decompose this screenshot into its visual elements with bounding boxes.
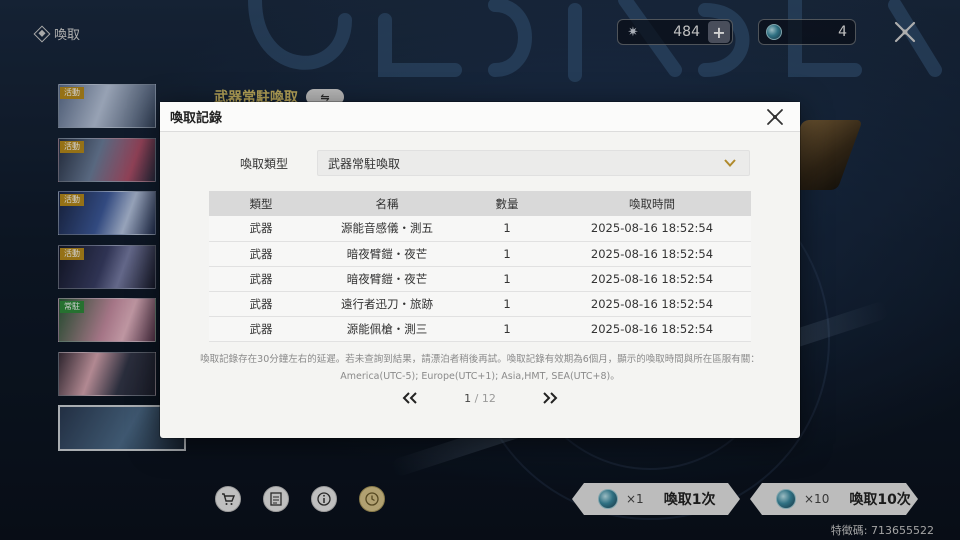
- cell-name: 源能音感儀・測五: [313, 216, 461, 242]
- cell-time: 2025-08-16 18:52:54: [553, 316, 751, 342]
- column-header: 數量: [461, 191, 553, 216]
- table-row: 武器 源能音感儀・測五 1 2025-08-16 18:52:54: [209, 216, 751, 242]
- table-row: 武器 源能佩槍・測三 1 2025-08-16 18:52:54: [209, 316, 751, 342]
- convene-type-select[interactable]: 武器常駐喚取: [317, 150, 750, 176]
- dialog-header: 喚取記錄: [160, 102, 800, 132]
- cell-type: 武器: [209, 216, 313, 242]
- filter-row: 喚取類型 武器常駐喚取: [240, 150, 750, 176]
- filter-label: 喚取類型: [240, 156, 289, 171]
- table-row: 武器 暗夜臂鎧・夜芒 1 2025-08-16 18:52:54: [209, 241, 751, 267]
- table-row: 武器 遠行者迅刀・旅跡 1 2025-08-16 18:52:54: [209, 291, 751, 317]
- delay-notice: 喚取記錄存在30分鐘左右的延遲。若未查詢到結果，請漂泊者稍後再試。喚取記錄有效期…: [190, 351, 770, 385]
- dialog-title: 喚取記錄: [170, 111, 223, 126]
- convene-type-value: 武器常駐喚取: [328, 156, 401, 171]
- cell-time: 2025-08-16 18:52:54: [553, 291, 751, 317]
- page-separator: /: [471, 391, 482, 405]
- previous-page-icon[interactable]: [401, 391, 419, 405]
- cell-count: 1: [461, 216, 553, 242]
- cell-count: 1: [461, 266, 553, 292]
- page-indicator: 1 / 12: [464, 392, 496, 405]
- cell-time: 2025-08-16 18:52:54: [553, 241, 751, 267]
- pagination: 1 / 12: [160, 388, 800, 408]
- cell-type: 武器: [209, 316, 313, 342]
- cell-name: 暗夜臂鎧・夜芒: [313, 241, 461, 267]
- chevron-down-icon: [724, 159, 736, 167]
- cell-time: 2025-08-16 18:52:54: [553, 266, 751, 292]
- column-header: 類型: [209, 191, 313, 216]
- notice-line: America(UTC-5); Europe(UTC+1); Asia,HMT,…: [340, 371, 620, 382]
- cell-name: 源能佩槍・測三: [313, 316, 461, 342]
- table-header-row: 類型 名稱 數量 喚取時間: [209, 191, 751, 216]
- cell-type: 武器: [209, 241, 313, 267]
- next-page-icon[interactable]: [541, 391, 559, 405]
- cell-time: 2025-08-16 18:52:54: [553, 216, 751, 242]
- cell-type: 武器: [209, 291, 313, 317]
- notice-line: 喚取記錄存在30分鐘左右的延遲。若未查詢到結果，請漂泊者稍後再試。喚取記錄有效期…: [200, 354, 760, 365]
- convene-history-dialog: 喚取記錄 喚取類型 武器常駐喚取 類型 名稱 數量 喚取時間 武器 源能音感儀・…: [160, 102, 800, 438]
- total-pages: 12: [481, 391, 496, 405]
- records-table: 類型 名稱 數量 喚取時間 武器 源能音感儀・測五 1 2025-08-16 1…: [209, 191, 751, 342]
- column-header: 喚取時間: [553, 191, 751, 216]
- cell-name: 遠行者迅刀・旅跡: [313, 291, 461, 317]
- table-row: 武器 暗夜臂鎧・夜芒 1 2025-08-16 18:52:54: [209, 266, 751, 292]
- cell-count: 1: [461, 316, 553, 342]
- close-icon[interactable]: [766, 108, 784, 126]
- cell-type: 武器: [209, 266, 313, 292]
- cell-count: 1: [461, 291, 553, 317]
- cell-name: 暗夜臂鎧・夜芒: [313, 266, 461, 292]
- column-header: 名稱: [313, 191, 461, 216]
- cell-count: 1: [461, 241, 553, 267]
